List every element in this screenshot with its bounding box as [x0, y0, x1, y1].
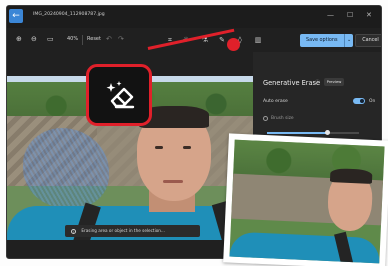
save-options-label: Save options [306, 37, 338, 43]
redo-icon[interactable]: ↷ [118, 34, 124, 44]
brush-size-slider[interactable] [267, 130, 359, 135]
photo-eye [183, 146, 191, 149]
inset-shirt [229, 231, 381, 264]
zoom-out-icon[interactable]: ⊖ [31, 34, 37, 44]
status-message: Erasing area or object in the selection.… [81, 228, 165, 233]
toolbar-divider [82, 35, 83, 45]
save-options-button[interactable]: Save options ⌄ [300, 34, 353, 47]
generative-erase-icon [106, 81, 135, 109]
status-toast: i Erasing area or object in the selectio… [65, 225, 200, 237]
minimize-button[interactable]: — [327, 10, 334, 20]
screenshot-frame: ← IMG_20240904_112908787.jpg — ☐ ✕ ⊕ ⊖ ▭… [0, 0, 388, 266]
zoom-in-icon[interactable]: ⊕ [16, 34, 22, 44]
panel-title: Generative Erase [263, 79, 321, 87]
reset-button[interactable]: Reset [87, 36, 101, 42]
back-button[interactable]: ← [9, 9, 23, 23]
save-options-divider [344, 34, 345, 47]
slider-thumb[interactable] [325, 130, 331, 135]
arrow-left-icon: ← [12, 11, 20, 21]
close-button[interactable]: ✕ [366, 10, 372, 20]
info-icon: i [71, 228, 76, 234]
toggle-knob [360, 99, 364, 103]
auto-erase-label: Auto erase [263, 99, 288, 104]
inset-hair [329, 168, 373, 184]
brush-size-icon [263, 116, 268, 121]
auto-erase-state: On [369, 99, 376, 104]
fit-to-window-icon[interactable]: ▭ [47, 34, 54, 44]
erase-tool-callout [86, 64, 152, 126]
brush-size-label: Brush size [271, 116, 294, 121]
photo-eye [155, 146, 163, 149]
preview-badge: Preview [324, 78, 344, 86]
undo-icon[interactable]: ↶ [106, 34, 112, 44]
info-icon[interactable]: ⓘ [315, 79, 320, 86]
file-name: IMG_20240904_112908787.jpg [33, 12, 105, 17]
title-bar: ← IMG_20240904_112908787.jpg — ☐ ✕ [7, 6, 381, 28]
callout-marker [227, 38, 240, 51]
slider-fill [267, 132, 328, 134]
cancel-button[interactable]: Cancel [355, 34, 381, 47]
auto-erase-toggle[interactable] [353, 98, 365, 104]
photo-mouth [163, 180, 183, 183]
result-inset-photo [223, 133, 388, 266]
maximize-button[interactable]: ☐ [347, 10, 353, 20]
background-icon[interactable]: ▥ [252, 34, 264, 46]
zoom-level: 40% [67, 36, 79, 42]
chevron-down-icon[interactable]: ⌄ [347, 34, 351, 47]
inset-image [229, 139, 385, 264]
